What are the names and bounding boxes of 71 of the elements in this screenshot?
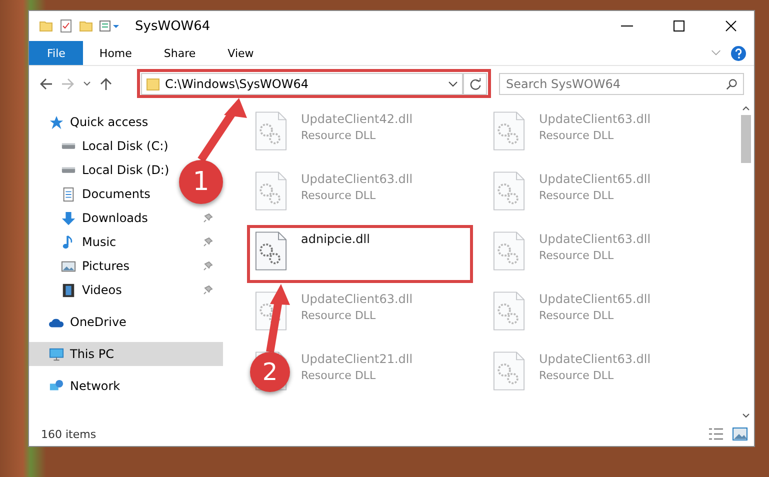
sidebar-item[interactable]: This PC	[29, 342, 223, 366]
dll-file-gears-icon	[493, 350, 525, 392]
monitor-icon	[49, 346, 64, 362]
item-count: 160 items	[41, 428, 96, 440]
file-type: Resource DLL	[539, 129, 615, 142]
sidebar-item[interactable]: Quick access	[29, 110, 154, 134]
film-icon	[61, 282, 76, 298]
close-icon	[725, 20, 737, 32]
scroll-down-icon[interactable]	[742, 413, 750, 418]
dll-file-gears-icon	[493, 110, 525, 152]
file-type: Resource DLL	[539, 309, 615, 322]
back-arrow-icon[interactable]	[39, 77, 53, 91]
ribbon-tab[interactable]: File	[29, 41, 84, 65]
pointer-arrow	[266, 284, 290, 353]
drive-icon	[61, 142, 76, 150]
network-icon	[49, 378, 64, 394]
dll-file-gears-icon	[493, 230, 525, 272]
file-type: Resource DLL	[539, 369, 615, 382]
recent-locations-caret-icon[interactable]	[83, 81, 91, 87]
sidebar-item[interactable]: Documents	[29, 182, 156, 206]
help-icon[interactable]	[731, 46, 746, 60]
file-type: Resource DLL	[539, 249, 615, 262]
pointer-arrow	[198, 98, 247, 162]
drive-icon	[61, 166, 76, 174]
minimize-icon	[621, 25, 633, 27]
file-type: Resource DLL	[301, 369, 377, 382]
sidebar-item[interactable]: Pictures	[29, 254, 223, 278]
up-arrow-icon[interactable]	[99, 77, 113, 91]
file-type: Resource DLL	[301, 129, 377, 142]
download-arrow-icon	[61, 210, 76, 226]
dll-file-gears-icon	[255, 170, 287, 212]
folder-icon	[146, 77, 160, 91]
expand-ribbon-icon[interactable]	[711, 49, 721, 57]
window-title: SysWOW64	[135, 18, 210, 34]
picture-icon	[61, 258, 76, 274]
dropdown-caret-icon[interactable]	[448, 81, 458, 87]
maximize-icon	[673, 20, 685, 32]
scroll-up-icon[interactable]	[742, 106, 750, 111]
star-icon	[49, 114, 64, 130]
pin-icon	[203, 237, 213, 247]
sidebar-item[interactable]: Local Disk (D:)	[29, 158, 176, 182]
dll-file-gears-icon	[255, 230, 287, 272]
sidebar-item[interactable]: Videos	[29, 278, 223, 302]
refresh-button[interactable]	[463, 73, 487, 95]
sidebar-item[interactable]: Local Disk (C:)	[29, 134, 174, 158]
sidebar-item[interactable]: Music	[29, 230, 223, 254]
document-icon	[61, 186, 76, 202]
file-type: Resource DLL	[539, 189, 615, 202]
search-field[interactable]: Search SysWOW64	[499, 73, 744, 95]
search-icon[interactable]	[726, 78, 738, 90]
dll-file-gears-icon	[493, 170, 525, 212]
new-folder-icon	[79, 19, 93, 33]
folder-icon	[39, 19, 53, 33]
sidebar-item[interactable]: Downloads	[29, 206, 223, 230]
dll-file-gears-icon	[255, 110, 287, 152]
customize-toolbar-icon	[99, 19, 121, 33]
scroll-thumb[interactable]	[741, 115, 751, 163]
large-icons-view-icon[interactable]	[732, 427, 748, 441]
sidebar-item[interactable]: Network	[29, 374, 126, 398]
pin-icon	[203, 285, 213, 295]
pin-icon	[203, 213, 213, 223]
sidebar-item[interactable]: OneDrive	[29, 310, 132, 334]
file-type: Resource DLL	[301, 309, 377, 322]
pin-icon	[203, 261, 213, 271]
refresh-icon	[468, 78, 482, 90]
file-type: Resource DLL	[301, 189, 377, 202]
details-view-icon[interactable]	[708, 427, 724, 441]
properties-icon	[59, 19, 73, 33]
dll-file-gears-icon	[493, 290, 525, 332]
address-field[interactable]: C:\Windows\SysWOW64	[141, 73, 463, 95]
file-name[interactable]: adnipcie.dll	[301, 232, 370, 246]
